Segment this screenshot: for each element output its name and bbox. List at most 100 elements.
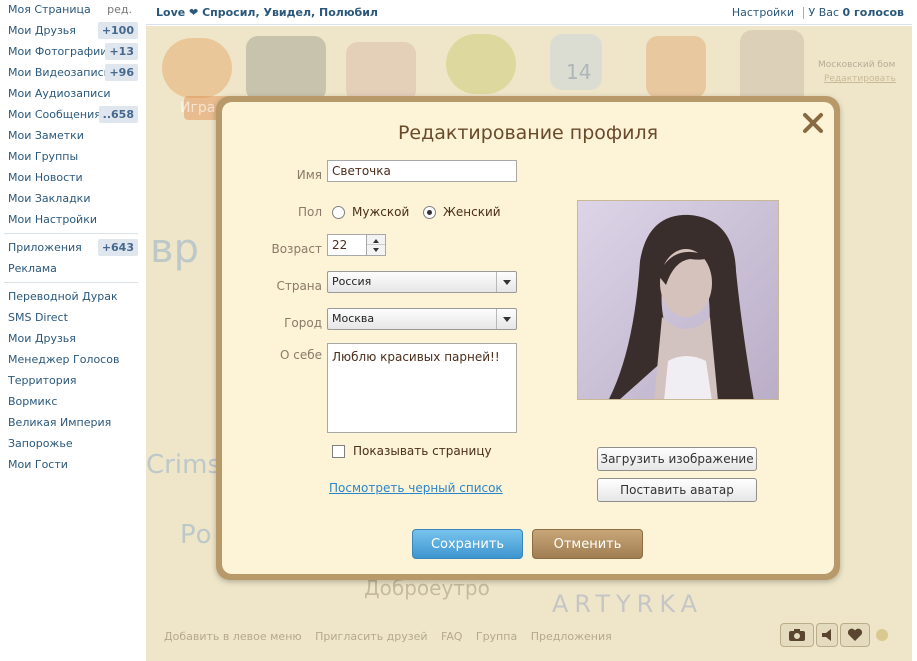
sidebar-count-videos[interactable]: +96 (105, 64, 138, 81)
votes-prefix: У Вас (808, 6, 840, 19)
stepper-down-button[interactable] (367, 245, 385, 255)
speech-bubble-icon (446, 34, 516, 94)
sidebar-item-settings[interactable]: Мои Настройки (8, 210, 97, 229)
name-input[interactable]: Светочка (327, 160, 517, 182)
city-value: Москва (332, 312, 375, 325)
bottom-toolbar (780, 623, 900, 649)
left-sidebar: ред. Моя Страница Мои Друзья +100 Мои Фо… (0, 0, 142, 661)
sidebar-item-notes[interactable]: Мои Заметки (8, 126, 84, 145)
bg-text-decor: Crims (146, 450, 221, 480)
sidebar-app-link[interactable]: Менеджер Голосов (8, 350, 119, 369)
age-input[interactable]: 22 (327, 234, 367, 256)
stepper-up-button[interactable] (367, 235, 385, 245)
blacklist-link[interactable]: Посмотреть черный список (329, 481, 503, 495)
sidebar-divider (4, 282, 138, 283)
bg-artyrka-text: ARTYRKA (552, 590, 704, 618)
sidebar-divider (4, 233, 138, 234)
heart-icon (162, 38, 232, 98)
sidebar-item-news[interactable]: Мои Новости (8, 168, 83, 187)
bg-text-decor: Ро (180, 520, 212, 550)
sidebar-item-videos[interactable]: Мои Видеозаписи (8, 63, 111, 82)
gender-male-radio[interactable] (332, 206, 345, 219)
profile-photo (577, 200, 779, 400)
city-label: Город (284, 316, 322, 330)
chevron-down-icon (496, 272, 516, 292)
header-divider (803, 7, 804, 19)
set-avatar-button[interactable]: Поставить аватар (597, 478, 757, 502)
age-stepper[interactable] (366, 234, 386, 256)
camera-button[interactable] (780, 623, 814, 647)
sidebar-item-messages[interactable]: Мои Сообщения (8, 105, 101, 124)
about-textarea[interactable]: Люблю красивых парней!! (327, 343, 517, 433)
sidebar-app-link[interactable]: Запорожье (8, 434, 73, 453)
edit-link[interactable]: Редактировать (824, 74, 896, 84)
sidebar-app-link[interactable]: Мои Гости (8, 455, 68, 474)
votes-balance[interactable]: У Вас 0 голосов (809, 0, 905, 25)
show-page-checkbox[interactable] (332, 445, 345, 458)
sidebar-count-friends[interactable]: +100 (97, 22, 138, 39)
show-page-label[interactable]: Показывать страницу (353, 444, 492, 458)
dialog-body: Редактирование профиля Имя Светочка Пол … (222, 102, 834, 574)
coin-icon (876, 629, 888, 641)
footer-link[interactable]: Группа (476, 630, 517, 643)
country-select[interactable]: Россия (327, 271, 517, 293)
sidebar-app-link[interactable]: Мои Друзья (8, 329, 76, 348)
country-value: Россия (332, 275, 372, 288)
wine-glasses-icon (346, 42, 416, 102)
sidebar-item-audio[interactable]: Мои Аудиозаписи (8, 84, 111, 103)
chevron-down-icon (496, 309, 516, 329)
about-label: О себе (279, 348, 322, 362)
close-button[interactable] (800, 110, 826, 136)
cancel-button[interactable]: Отменить (532, 529, 643, 559)
sidebar-app-link[interactable]: Великая Империя (8, 413, 111, 432)
votes-value: 0 голосов (842, 6, 904, 19)
footer-link[interactable]: Добавить в левое меню (164, 630, 302, 643)
dialog-title: Редактирование профиля (397, 122, 659, 144)
speaker-icon (822, 629, 831, 641)
calendar-day: 14 (566, 60, 592, 84)
gender-female-label[interactable]: Женский (443, 205, 501, 219)
sidebar-count-apps[interactable]: +643 (97, 239, 138, 256)
city-label: Московский бом (818, 60, 896, 70)
gender-label: Пол (297, 205, 322, 219)
sidebar-item-ads[interactable]: Реклама (8, 259, 57, 278)
country-label: Страна (276, 279, 322, 293)
arrow-down-icon (373, 248, 379, 252)
age-label: Возраст (271, 242, 322, 256)
play-label: Игра (180, 100, 216, 116)
bg-text-decor: вр (150, 226, 199, 272)
save-button[interactable]: Сохранить (412, 529, 523, 559)
sidebar-item-my-page[interactable]: Моя Страница (8, 0, 91, 19)
footer-link[interactable]: Пригласить друзей (315, 630, 427, 643)
bg-footer-links: Добавить в левое меню Пригласить друзей … (164, 630, 622, 643)
sidebar-app-link[interactable]: Территория (8, 371, 77, 390)
gender-female-radio[interactable] (423, 206, 436, 219)
sidebar-app-link[interactable]: SMS Direct (8, 308, 68, 327)
heart-icon (847, 628, 863, 641)
sound-button[interactable] (816, 623, 838, 647)
upload-image-button[interactable]: Загрузить изображение (597, 447, 757, 471)
sidebar-count-photos[interactable]: +13 (105, 43, 138, 60)
close-icon (803, 113, 823, 133)
sidebar-item-photos[interactable]: Мои Фотографии (8, 42, 107, 61)
heart-button[interactable] (840, 623, 870, 647)
thumb-icon (246, 36, 326, 101)
arrow-up-icon (373, 239, 379, 243)
sidebar-item-friends[interactable]: Мои Друзья (8, 21, 76, 40)
gender-male-label[interactable]: Мужской (352, 205, 409, 219)
sidebar-app-link[interactable]: Переводной Дурак (8, 287, 118, 306)
app-settings-link[interactable]: Настройки (732, 0, 794, 25)
sidebar-count-messages[interactable]: ..658 (98, 106, 138, 123)
sidebar-item-groups[interactable]: Мои Группы (8, 147, 78, 166)
edit-profile-dialog: Редактирование профиля Имя Светочка Пол … (216, 96, 840, 580)
footer-link[interactable]: Предложения (531, 630, 612, 643)
sidebar-item-bookmarks[interactable]: Мои Закладки (8, 189, 90, 208)
city-select[interactable]: Москва (327, 308, 517, 330)
app-header: Love ❤ Спросил, Увидел, Полюбил Настройк… (146, 0, 912, 25)
name-label: Имя (296, 168, 322, 182)
sidebar-item-apps[interactable]: Приложения (8, 238, 82, 257)
sidebar-edit-link[interactable]: ред. (107, 0, 132, 19)
app-title[interactable]: Love ❤ Спросил, Увидел, Полюбил (156, 0, 378, 25)
sidebar-app-link[interactable]: Вормикс (8, 392, 57, 411)
footer-link[interactable]: FAQ (441, 630, 462, 643)
